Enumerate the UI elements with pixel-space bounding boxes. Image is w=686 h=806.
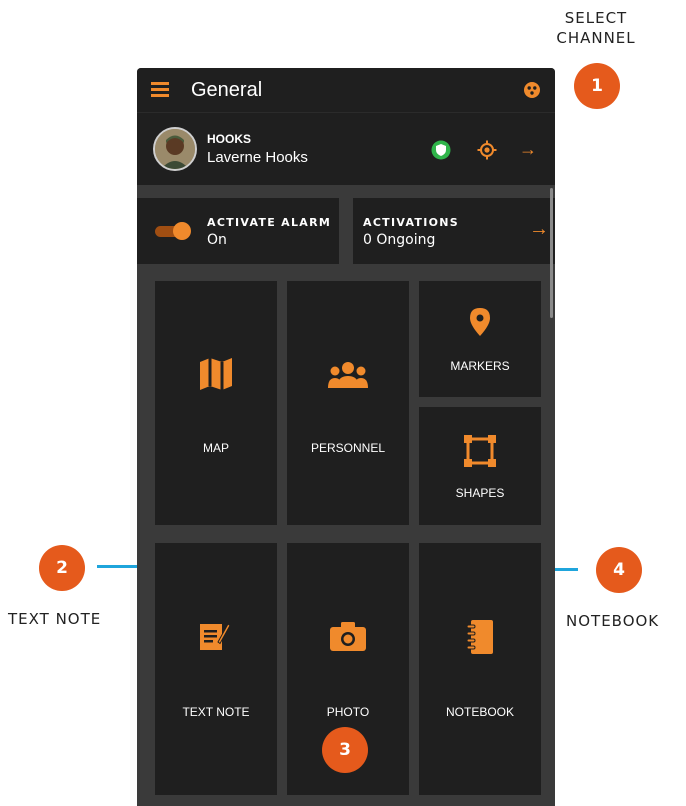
text-note-tile[interactable]: TEXT NOTE (155, 543, 277, 795)
channel-title[interactable]: General (191, 79, 262, 102)
notebook-annotation: NOTEBOOK (566, 612, 660, 630)
scrollbar[interactable] (550, 188, 553, 318)
locate-icon[interactable] (477, 140, 497, 160)
markers-label: MARKERS (450, 359, 510, 373)
camera-icon (330, 622, 366, 651)
personnel-icon (328, 362, 368, 388)
select-channel-line1: SELECT (564, 9, 628, 27)
callout-badge-2: 2 (39, 545, 85, 591)
activations-label: ACTIVATIONS (363, 216, 459, 229)
alarm-label: ACTIVATE ALARM (207, 216, 332, 229)
hamburger-menu-icon[interactable] (151, 82, 169, 97)
text-note-annotation: TEXT NOTE (8, 610, 102, 628)
arrow-right-icon[interactable]: → (519, 139, 537, 160)
channel-select-icon[interactable] (523, 81, 541, 99)
shield-status-icon[interactable] (431, 140, 451, 160)
personnel-label: PERSONNEL (310, 441, 386, 455)
user-bar[interactable]: HOOKS Laverne Hooks → (137, 112, 555, 185)
user-handle: HOOKS (207, 132, 252, 146)
app-screen: General HOOKS Laverne Hooks → ACTIVATE A… (137, 68, 555, 806)
callout-badge-1: 1 (574, 63, 620, 109)
app-bar: General (137, 68, 555, 112)
shapes-icon (464, 435, 496, 467)
photo-label: PHOTO (326, 705, 370, 719)
select-channel-annotation: SELECT CHANNEL (548, 8, 644, 48)
notebook-icon (467, 620, 493, 654)
callout-badge-3: 3 (322, 727, 368, 773)
map-icon (200, 358, 232, 390)
callout-badge-4: 4 (596, 547, 642, 593)
text-note-label: TEXT NOTE (182, 705, 250, 719)
activations-value: 0 Ongoing (363, 232, 436, 248)
map-label: MAP (202, 441, 229, 455)
alarm-toggle[interactable] (155, 222, 191, 240)
personnel-tile[interactable]: PERSONNEL (287, 281, 409, 525)
arrow-right-icon: → (529, 218, 549, 240)
alarm-value: On (207, 232, 227, 248)
activations-card[interactable]: ACTIVATIONS 0 Ongoing → (353, 198, 555, 264)
marker-pin-icon (470, 308, 490, 336)
map-tile[interactable]: MAP (155, 281, 277, 525)
activate-alarm-card[interactable]: ACTIVATE ALARM On (137, 198, 339, 264)
avatar (153, 127, 197, 171)
notebook-label: NOTEBOOK (445, 705, 514, 719)
shapes-label: SHAPES (455, 486, 505, 500)
text-note-icon (200, 623, 230, 650)
select-channel-line2: CHANNEL (556, 29, 636, 47)
markers-tile[interactable]: MARKERS (419, 281, 541, 397)
user-name: Laverne Hooks (207, 149, 308, 166)
shapes-tile[interactable]: SHAPES (419, 407, 541, 525)
notebook-tile[interactable]: NOTEBOOK (419, 543, 541, 795)
